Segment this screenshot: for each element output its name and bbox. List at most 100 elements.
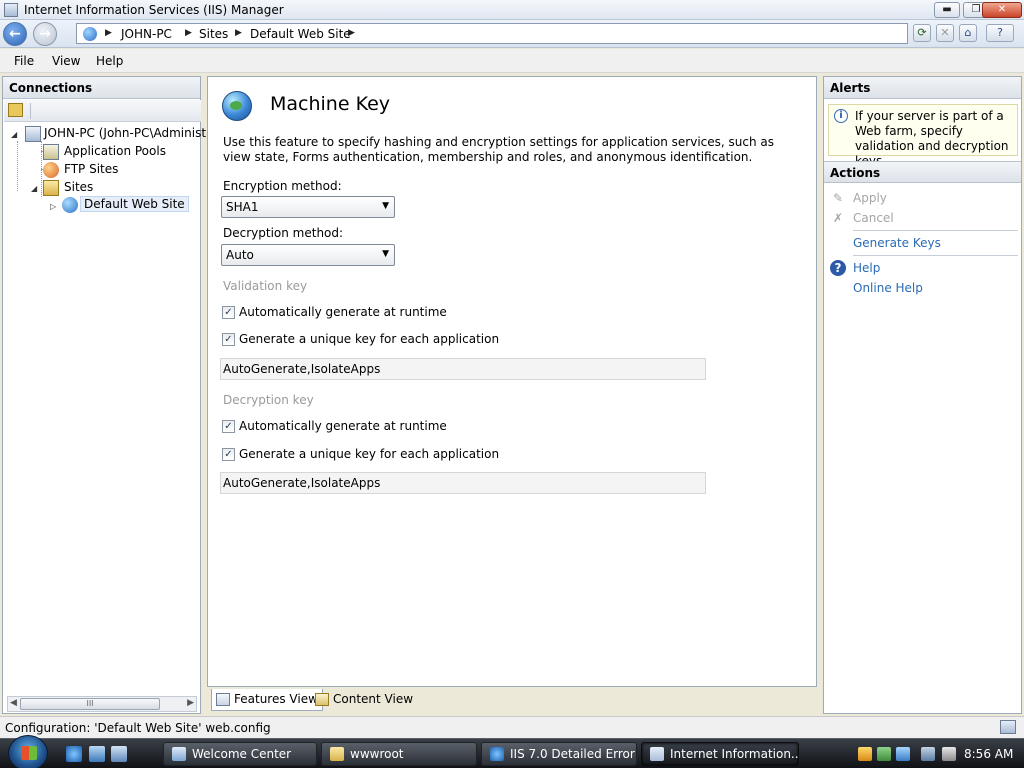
breadcrumb-john-pc[interactable]: JOHN-PC bbox=[121, 27, 172, 41]
show-desktop-icon[interactable] bbox=[89, 746, 105, 762]
cancel-icon: ✗ bbox=[832, 211, 844, 225]
switch-windows-icon[interactable] bbox=[111, 746, 127, 762]
start-button[interactable] bbox=[8, 735, 48, 768]
decryption-unique-key-label[interactable]: Generate a unique key for each applicati… bbox=[239, 447, 499, 461]
breadcrumb-default-web-site[interactable]: Default Web Site bbox=[250, 27, 351, 41]
chevron-down-icon: ▼ bbox=[382, 201, 389, 211]
generate-keys-action[interactable]: Generate Keys bbox=[853, 236, 941, 250]
validation-key-field[interactable]: AutoGenerate,IsolateApps bbox=[220, 358, 706, 380]
encryption-method-select[interactable]: SHA1 ▼ bbox=[221, 196, 395, 218]
validation-unique-key-label[interactable]: Generate a unique key for each applicati… bbox=[239, 332, 499, 346]
website-globe-icon bbox=[62, 197, 78, 213]
expand-sites-icon[interactable]: ◢ bbox=[31, 184, 37, 193]
taskbar-iis-manager[interactable]: Internet Information... bbox=[641, 742, 799, 766]
task-label: Internet Information... bbox=[670, 747, 799, 761]
feature-description: Use this feature to specify hashing and … bbox=[223, 135, 775, 164]
decryption-key-section-label: Decryption key bbox=[223, 393, 314, 407]
ftp-sites-icon bbox=[43, 162, 59, 178]
minimize-button[interactable]: ▬ bbox=[934, 2, 960, 18]
breadcrumb-sites[interactable]: Sites bbox=[199, 27, 228, 41]
close-button[interactable]: ✕ bbox=[982, 2, 1022, 18]
alert-message: If your server is part of a Web farm, sp… bbox=[855, 109, 1009, 168]
actions-panel: Alerts i If your server is part of a Web… bbox=[823, 76, 1022, 714]
actions-header: Actions bbox=[824, 161, 1021, 183]
sites-folder-icon bbox=[43, 180, 59, 196]
home-icon[interactable]: ⌂ bbox=[959, 24, 977, 42]
task-label: IIS 7.0 Detailed Error ... bbox=[510, 747, 637, 761]
validation-auto-generate-checkbox[interactable]: ✓ bbox=[222, 306, 235, 319]
tree-node-ftp-sites[interactable]: FTP Sites bbox=[64, 162, 118, 176]
address-bar: ← → ▶ JOHN-PC ▶ Sites ▶ Default Web Site… bbox=[0, 20, 1024, 48]
scrollbar-thumb[interactable]: III bbox=[20, 698, 160, 710]
breadcrumb-separator-icon: ▶ bbox=[348, 28, 355, 38]
decryption-unique-key-checkbox[interactable]: ✓ bbox=[222, 448, 235, 461]
clock[interactable]: 8:56 AM bbox=[964, 747, 1013, 761]
tab-content-view-label: Content View bbox=[333, 692, 414, 706]
tab-features-view-label: Features View bbox=[234, 692, 318, 706]
encryption-method-value: SHA1 bbox=[226, 200, 259, 214]
iis-app-icon bbox=[4, 3, 18, 17]
online-help-action[interactable]: Online Help bbox=[853, 281, 923, 295]
updates-icon[interactable] bbox=[877, 747, 891, 761]
status-bar: Configuration: 'Default Web Site' web.co… bbox=[0, 716, 1024, 738]
taskbar-iis-detailed-error[interactable]: IIS 7.0 Detailed Error ... bbox=[481, 742, 637, 766]
encryption-method-label: Encryption method: bbox=[223, 179, 342, 193]
help-action[interactable]: Help bbox=[853, 261, 880, 275]
menu-help[interactable]: Help bbox=[96, 54, 123, 68]
back-button[interactable]: ← bbox=[3, 22, 27, 46]
menu-file[interactable]: File bbox=[14, 54, 34, 68]
tree-node-default-web-site[interactable]: Default Web Site bbox=[80, 196, 189, 212]
expand-default-web-site-icon[interactable]: ▷ bbox=[50, 202, 56, 211]
welcome-center-icon bbox=[172, 747, 186, 761]
decryption-method-select[interactable]: Auto ▼ bbox=[221, 244, 395, 266]
network-tray-icon[interactable] bbox=[921, 747, 935, 761]
window-title: Internet Information Services (IIS) Mana… bbox=[24, 3, 284, 17]
tab-content-view[interactable]: Content View bbox=[311, 689, 417, 711]
alerts-header: Alerts bbox=[824, 77, 1021, 99]
view-tabs: Features View Content View bbox=[207, 688, 817, 712]
status-text: Configuration: 'Default Web Site' web.co… bbox=[5, 721, 271, 735]
info-icon: i bbox=[834, 109, 848, 123]
refresh-icon[interactable]: ⟳ bbox=[913, 24, 931, 42]
apply-icon: ✎ bbox=[832, 191, 844, 205]
breadcrumb-separator-icon: ▶ bbox=[105, 28, 112, 38]
internet-explorer-icon[interactable] bbox=[66, 746, 82, 762]
chevron-down-icon: ▼ bbox=[382, 249, 389, 259]
menu-bar: File View Help bbox=[0, 49, 1024, 73]
decryption-auto-generate-label[interactable]: Automatically generate at runtime bbox=[239, 419, 447, 433]
connect-icon[interactable] bbox=[8, 103, 23, 117]
windows-defender-icon[interactable] bbox=[896, 747, 910, 761]
menu-view[interactable]: View bbox=[52, 54, 80, 68]
help-dropdown-icon[interactable]: ? bbox=[986, 24, 1014, 42]
tree-line bbox=[17, 141, 18, 191]
decryption-auto-generate-checkbox[interactable]: ✓ bbox=[222, 420, 235, 433]
tab-features-view[interactable]: Features View bbox=[211, 689, 323, 711]
cancel-action[interactable]: Cancel bbox=[853, 211, 894, 225]
feature-panel: Machine Key Use this feature to specify … bbox=[207, 76, 817, 687]
actions-separator bbox=[853, 255, 1018, 256]
security-shield-icon[interactable] bbox=[858, 747, 872, 761]
server-icon bbox=[25, 126, 41, 142]
decryption-key-field[interactable]: AutoGenerate,IsolateApps bbox=[220, 472, 706, 494]
validation-unique-key-checkbox[interactable]: ✓ bbox=[222, 333, 235, 346]
network-icon bbox=[1000, 720, 1016, 734]
expand-server-icon[interactable]: ◢ bbox=[11, 130, 17, 139]
tree-node-sites[interactable]: Sites bbox=[64, 180, 93, 194]
forward-button[interactable]: → bbox=[33, 22, 57, 46]
taskbar-welcome-center[interactable]: Welcome Center bbox=[163, 742, 317, 766]
apply-action[interactable]: Apply bbox=[853, 191, 887, 205]
taskbar-wwwroot[interactable]: wwwroot bbox=[321, 742, 477, 766]
volume-icon[interactable] bbox=[942, 747, 956, 761]
validation-key-section-label: Validation key bbox=[223, 279, 308, 293]
stop-icon[interactable]: ✕ bbox=[936, 24, 954, 42]
iis-manager-icon bbox=[650, 747, 664, 761]
tree-node-server[interactable]: JOHN-PC (John-PC\Administ bbox=[44, 126, 206, 140]
taskbar: Welcome Center wwwroot IIS 7.0 Detailed … bbox=[0, 735, 1024, 768]
machine-key-globe-icon bbox=[222, 91, 252, 121]
breadcrumb-separator-icon: ▶ bbox=[185, 28, 192, 38]
address-box[interactable]: ▶ JOHN-PC ▶ Sites ▶ Default Web Site ▶ bbox=[76, 23, 908, 44]
validation-auto-generate-label[interactable]: Automatically generate at runtime bbox=[239, 305, 447, 319]
tree-node-application-pools[interactable]: Application Pools bbox=[64, 144, 166, 158]
alert-box: i If your server is part of a Web farm, … bbox=[828, 104, 1018, 168]
connections-horizontal-scrollbar[interactable]: ◀ III ▶ bbox=[7, 696, 197, 712]
